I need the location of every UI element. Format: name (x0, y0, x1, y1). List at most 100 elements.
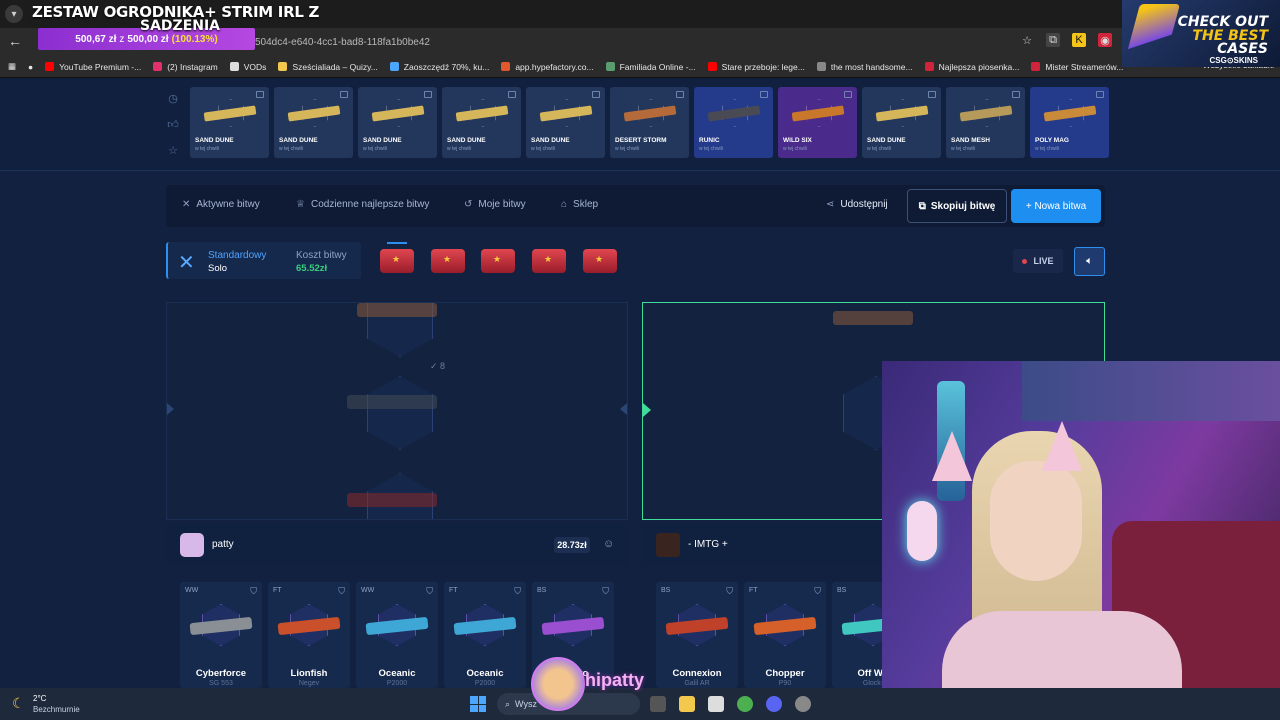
extension-k-icon[interactable]: K (1072, 33, 1086, 47)
discord-icon[interactable] (766, 696, 782, 712)
item-weapon-type: P90 (778, 680, 792, 687)
live-drop-card[interactable]: SAND DUNE w tej chwili (358, 87, 437, 158)
won-item-card[interactable]: FT ⛉ Lionfish Negev (268, 582, 350, 688)
item-name: Cyberforce (195, 668, 247, 679)
nav-active-battles[interactable]: ✕ Aktywne bitwy (182, 199, 260, 210)
live-dot-icon (1022, 258, 1028, 264)
bookmark-item[interactable]: (2) Instagram (153, 62, 218, 72)
shield-check-icon: ⛉ (814, 586, 821, 596)
spinner-hex (367, 376, 433, 450)
drop-name: SAND DUNE (867, 137, 906, 144)
bookmark-item[interactable]: YouTube Premium -... (45, 62, 141, 72)
avatar[interactable] (656, 533, 680, 557)
file-explorer-icon[interactable] (679, 696, 695, 712)
battle-mode: Standardowy (208, 250, 267, 261)
crossed-swords-icon: ✕ (178, 252, 195, 274)
windows-start-icon[interactable] (470, 696, 486, 712)
live-drop-card[interactable]: SAND DUNE w tej chwili (862, 87, 941, 158)
case-icon[interactable] (431, 249, 465, 273)
back-arrow-icon[interactable]: ← (8, 33, 22, 49)
live-drop-card[interactable]: SAND DUNE w tej chwili (526, 87, 605, 158)
github-icon[interactable]: ● (28, 62, 33, 72)
left-pointer-arrow (167, 403, 174, 415)
csgskins-ad-banner[interactable]: CHECK OUT THE BEST CASES CSG⊙SKINS (1122, 0, 1280, 67)
share-button[interactable]: ⋖ Udostępnij (826, 199, 888, 210)
extension-red-icon[interactable]: ◉ (1098, 33, 1112, 47)
thumbs-up-icon[interactable]: 👍︎ (166, 117, 180, 131)
bookmark-item[interactable]: Najlepsza piosenka... (924, 61, 1020, 72)
drop-check-icon (676, 91, 684, 98)
bookmark-label: VODs (243, 61, 267, 72)
case-icon[interactable] (380, 249, 414, 273)
avatar[interactable] (180, 533, 204, 557)
extension-icon[interactable]: ⧉ (1046, 33, 1060, 47)
bookmark-item[interactable]: app.hypefactory.co... (501, 62, 594, 72)
drop-check-icon (928, 91, 936, 98)
bookmark-item[interactable]: VODs (229, 61, 267, 72)
bookmark-item[interactable]: the most handsome... (816, 62, 913, 72)
live-drop-card[interactable]: SAND MESH w tej chwili (946, 87, 1025, 158)
item-name: Oceanic (466, 668, 504, 679)
task-view-icon[interactable] (650, 696, 666, 712)
item-condition: BS (661, 587, 671, 594)
drop-name: SAND DUNE (447, 137, 486, 144)
item-name: Chopper (765, 668, 805, 679)
won-item-card[interactable]: WW ⛉ Oceanic P2000 (356, 582, 438, 688)
won-item-card[interactable]: FT ⛉ Chopper P90 (744, 582, 826, 688)
copy-battle-button[interactable]: ⧉ Skopiuj bitwę (907, 189, 1007, 223)
nav-my-battles[interactable]: ↺ Moje bitwy (464, 199, 526, 210)
live-drop-card[interactable]: SAND DUNE w tej chwili (274, 87, 353, 158)
battle-cost-label: Koszt bitwy (296, 250, 347, 261)
live-drop-card[interactable]: SAND DUNE w tej chwili (190, 87, 269, 158)
bookmark-label: (2) Instagram (167, 61, 218, 72)
url-field[interactable]: 504dc4-e640-4cc1-bad8-118fa1b0be42 (255, 37, 430, 48)
drop-time: w tej chwili (615, 146, 639, 152)
player-name[interactable]: patty (212, 539, 234, 550)
live-drop-card[interactable]: POLY MAG w tej chwili (1030, 87, 1109, 158)
store-icon[interactable] (708, 696, 724, 712)
bookmark-label: Najlepsza piosenka... (938, 61, 1020, 72)
bookmark-item[interactable]: Stare przeboje: lege... (707, 62, 805, 72)
drop-name: SAND DUNE (531, 137, 570, 144)
item-condition: FT (449, 587, 458, 594)
clock-icon[interactable]: ◷ (166, 91, 180, 105)
bookmark-item[interactable]: Mister Streamerów... (1031, 62, 1123, 72)
case-icon[interactable] (481, 249, 515, 273)
live-drop-card[interactable]: WILD SIX w tej chwili (778, 87, 857, 158)
sound-toggle-button[interactable]: 🔈︎ (1074, 247, 1105, 276)
drop-check-icon (1096, 91, 1104, 98)
moon-weather-icon[interactable]: ☾ (12, 695, 25, 712)
star-icon[interactable]: ☆ (166, 143, 180, 157)
goal-current: 500,67 zł (75, 33, 117, 45)
won-item-card[interactable]: FT ⛉ Oceanic P2000 (444, 582, 526, 688)
bookmark-star-icon[interactable]: ☆ (1020, 33, 1034, 47)
case-icon[interactable] (583, 249, 617, 273)
player-total: 28.73zł (554, 537, 590, 553)
bookmark-item[interactable]: Familiada Online -... (605, 62, 696, 72)
nav-daily-best[interactable]: ♕ Codzienne najlepsze bitwy (296, 199, 429, 210)
chrome-icon[interactable] (737, 696, 753, 712)
spinner-gun (347, 395, 437, 409)
case-icon[interactable] (532, 249, 566, 273)
settings-icon[interactable] (795, 696, 811, 712)
battle-mode-box: ✕ Standardowy Solo Koszt bitwy 65.52zł (166, 242, 361, 279)
live-drop-card[interactable]: RUNIC w tej chwili (694, 87, 773, 158)
emoji-icon[interactable]: ☺ (603, 538, 614, 550)
live-drop-card[interactable]: SAND DUNE w tej chwili (442, 87, 521, 158)
nav-shop[interactable]: ⌂ Sklep (561, 199, 598, 210)
won-item-card[interactable]: BS ⛉ Connexion Galil AR (656, 582, 738, 688)
player-name[interactable]: - IMTG + (688, 539, 728, 550)
tab-menu-chevron-icon[interactable]: ▾ (5, 5, 23, 23)
live-drop-card[interactable]: DESERT STORM w tej chwili (610, 87, 689, 158)
right-items-list: BS⛉ConnexionGalil ARFT⛉ChopperP90BS⛉Off … (656, 582, 914, 688)
bookmark-item[interactable]: Zaoszczędź 70%, ku... (389, 62, 489, 72)
drop-name: SAND MESH (951, 137, 991, 144)
ad-brand: CSG⊙SKINS (1209, 56, 1259, 65)
bookmark-favicon-icon (707, 62, 717, 71)
item-condition: FT (273, 587, 282, 594)
won-item-card[interactable]: WW ⛉ Cyberforce SG 553 (180, 582, 262, 688)
bookmark-label: Sześcialiada – Quizy... (292, 61, 378, 72)
new-battle-button[interactable]: + Nowa bitwa (1011, 189, 1101, 223)
bookmark-item[interactable]: Sześcialiada – Quizy... (278, 61, 378, 72)
apps-grid-icon[interactable]: ▦ (8, 61, 16, 72)
